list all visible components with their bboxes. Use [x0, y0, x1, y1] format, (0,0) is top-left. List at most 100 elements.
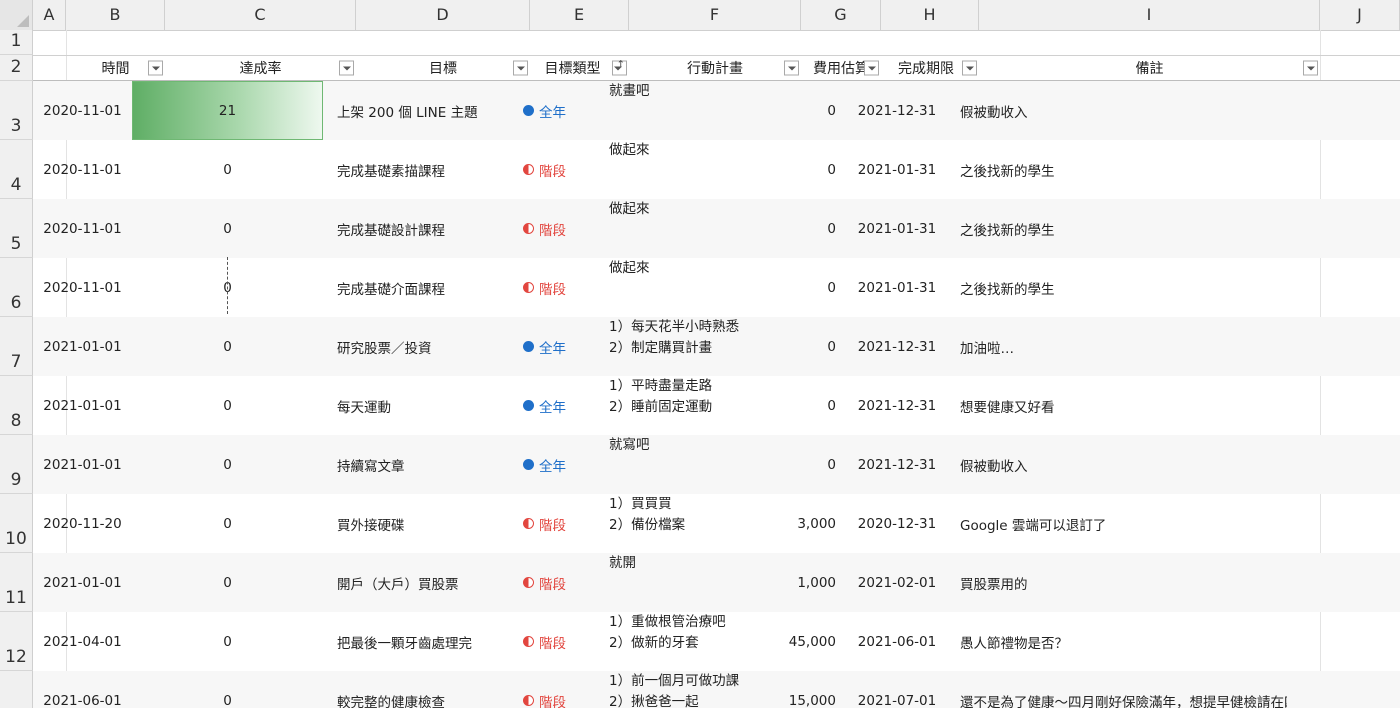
cell-plan[interactable]: 就畫吧: [596, 81, 768, 140]
filter-dropdown-icon[interactable]: [1303, 60, 1318, 76]
cell-type[interactable]: 階段: [497, 494, 596, 553]
header-rate[interactable]: 達成率: [165, 56, 356, 80]
cell-time[interactable]: 2020-11-01: [33, 258, 132, 317]
cell-note[interactable]: Google 雲端可以退訂了: [946, 494, 1287, 553]
cell-plan[interactable]: 1）重做根管治療吧 2）做新的牙套: [596, 612, 768, 671]
select-all-corner[interactable]: [0, 0, 33, 30]
cell-rate[interactable]: 0: [132, 140, 323, 199]
header-cost[interactable]: 費用估算: [801, 56, 881, 80]
cell-goal[interactable]: 完成基礎介面課程: [323, 258, 497, 317]
cell-goal[interactable]: 持續寫文章: [323, 435, 497, 494]
cell-deadline[interactable]: 2021-12-31: [848, 435, 946, 494]
column-header-f[interactable]: F: [629, 0, 801, 30]
cell-rate[interactable]: 0: [132, 494, 323, 553]
cell-goal[interactable]: 每天運動: [323, 376, 497, 435]
cell-type[interactable]: 階段: [497, 140, 596, 199]
cell-type[interactable]: 全年: [497, 81, 596, 140]
row-header-8[interactable]: 8: [0, 376, 33, 435]
cell-note[interactable]: 買股票用的: [946, 553, 1287, 612]
cell-goal[interactable]: 上架 200 個 LINE 主題: [323, 81, 497, 140]
row-header-3[interactable]: 3: [0, 81, 33, 140]
cell-rate[interactable]: 0: [132, 435, 323, 494]
cell-goal[interactable]: 較完整的健康檢查: [323, 671, 497, 708]
cell-type[interactable]: 階段: [497, 671, 596, 708]
row-header-12[interactable]: 12: [0, 612, 33, 671]
cell-rate[interactable]: 0: [132, 199, 323, 258]
cell-time[interactable]: 2021-04-01: [33, 612, 132, 671]
cell-time[interactable]: 2020-11-01: [33, 81, 132, 140]
cell-deadline[interactable]: 2021-07-01: [848, 671, 946, 708]
cell-type[interactable]: 階段: [497, 553, 596, 612]
cell-deadline[interactable]: 2021-01-31: [848, 199, 946, 258]
sort-filter-icon[interactable]: [612, 60, 627, 76]
row-header-10[interactable]: 10: [0, 494, 33, 553]
cell-time[interactable]: 2020-11-20: [33, 494, 132, 553]
column-header-d[interactable]: D: [356, 0, 530, 30]
cell-note[interactable]: 之後找新的學生: [946, 199, 1287, 258]
cell-note[interactable]: 假被動收入: [946, 435, 1287, 494]
cell-deadline[interactable]: 2021-12-31: [848, 317, 946, 376]
column-header-h[interactable]: H: [881, 0, 979, 30]
cell-rate[interactable]: 0: [132, 671, 323, 708]
filter-dropdown-icon[interactable]: [864, 60, 879, 76]
cell-goal[interactable]: 研究股票／投資: [323, 317, 497, 376]
cell-note[interactable]: 之後找新的學生: [946, 140, 1287, 199]
cell-deadline[interactable]: 2021-01-31: [848, 258, 946, 317]
header-time[interactable]: 時間: [66, 56, 165, 80]
cell-type[interactable]: 全年: [497, 376, 596, 435]
column-header-i[interactable]: I: [979, 0, 1320, 30]
cell-goal[interactable]: 買外接硬碟: [323, 494, 497, 553]
cell-deadline[interactable]: 2021-12-31: [848, 376, 946, 435]
cell-cost[interactable]: 0: [768, 81, 848, 140]
cell-plan[interactable]: 1）平時盡量走路 2）睡前固定運動: [596, 376, 768, 435]
filter-dropdown-icon[interactable]: [784, 60, 799, 76]
column-header-j[interactable]: J: [1320, 0, 1400, 30]
cell-goal[interactable]: 完成基礎素描課程: [323, 140, 497, 199]
cell-rate[interactable]: 21: [132, 81, 323, 140]
cell-cost[interactable]: 0: [768, 199, 848, 258]
cell-plan[interactable]: 就寫吧: [596, 435, 768, 494]
cell-cost[interactable]: 0: [768, 140, 848, 199]
cell-cost[interactable]: 0: [768, 435, 848, 494]
cell-plan[interactable]: 做起來: [596, 140, 768, 199]
cell-type[interactable]: 全年: [497, 435, 596, 494]
cell-time[interactable]: 2020-11-01: [33, 199, 132, 258]
filter-dropdown-icon[interactable]: [148, 60, 163, 76]
cell-deadline[interactable]: 2021-12-31: [848, 81, 946, 140]
cell-rate[interactable]: 0: [132, 317, 323, 376]
row-header-13[interactable]: [0, 671, 33, 708]
cell-time[interactable]: 2021-01-01: [33, 553, 132, 612]
cell-cost[interactable]: 3,000: [768, 494, 848, 553]
cell-cost[interactable]: 45,000: [768, 612, 848, 671]
cell-note[interactable]: 想要健康又好看: [946, 376, 1287, 435]
cell-goal[interactable]: 把最後一顆牙齒處理完: [323, 612, 497, 671]
cell-time[interactable]: 2021-01-01: [33, 376, 132, 435]
row-header-2[interactable]: 2: [0, 55, 33, 81]
cell-goal[interactable]: 完成基礎設計課程: [323, 199, 497, 258]
cell-goal[interactable]: 開戶（大戶）買股票: [323, 553, 497, 612]
cell-type[interactable]: 階段: [497, 258, 596, 317]
column-header-c[interactable]: C: [165, 0, 356, 30]
filter-dropdown-icon[interactable]: [962, 60, 977, 76]
cell-type[interactable]: 階段: [497, 199, 596, 258]
header-deadline[interactable]: 完成期限: [881, 56, 979, 80]
header-note[interactable]: 備註: [979, 56, 1320, 80]
cell-deadline[interactable]: 2021-02-01: [848, 553, 946, 612]
cell-deadline[interactable]: 2021-06-01: [848, 612, 946, 671]
cell-plan[interactable]: 就開: [596, 553, 768, 612]
filter-dropdown-icon[interactable]: [513, 60, 528, 76]
cell-cost[interactable]: 15,000: [768, 671, 848, 708]
row-header-5[interactable]: 5: [0, 199, 33, 258]
cell-deadline[interactable]: 2020-12-31: [848, 494, 946, 553]
cell-rate[interactable]: 0: [132, 376, 323, 435]
cell-rate[interactable]: 0: [132, 553, 323, 612]
cell-plan[interactable]: 做起來: [596, 199, 768, 258]
cell-note[interactable]: 假被動收入: [946, 81, 1287, 140]
cell-plan[interactable]: 1）前一個月可做功課 2）揪爸爸一起: [596, 671, 768, 708]
cell-deadline[interactable]: 2021-01-31: [848, 140, 946, 199]
column-header-b[interactable]: B: [66, 0, 165, 30]
cell-type[interactable]: 全年: [497, 317, 596, 376]
cell-type[interactable]: 階段: [497, 612, 596, 671]
cell-note[interactable]: 之後找新的學生: [946, 258, 1287, 317]
cell-note[interactable]: 還不是為了健康～四月剛好保險滿年，想提早健檢請在四月以後: [946, 671, 1287, 708]
